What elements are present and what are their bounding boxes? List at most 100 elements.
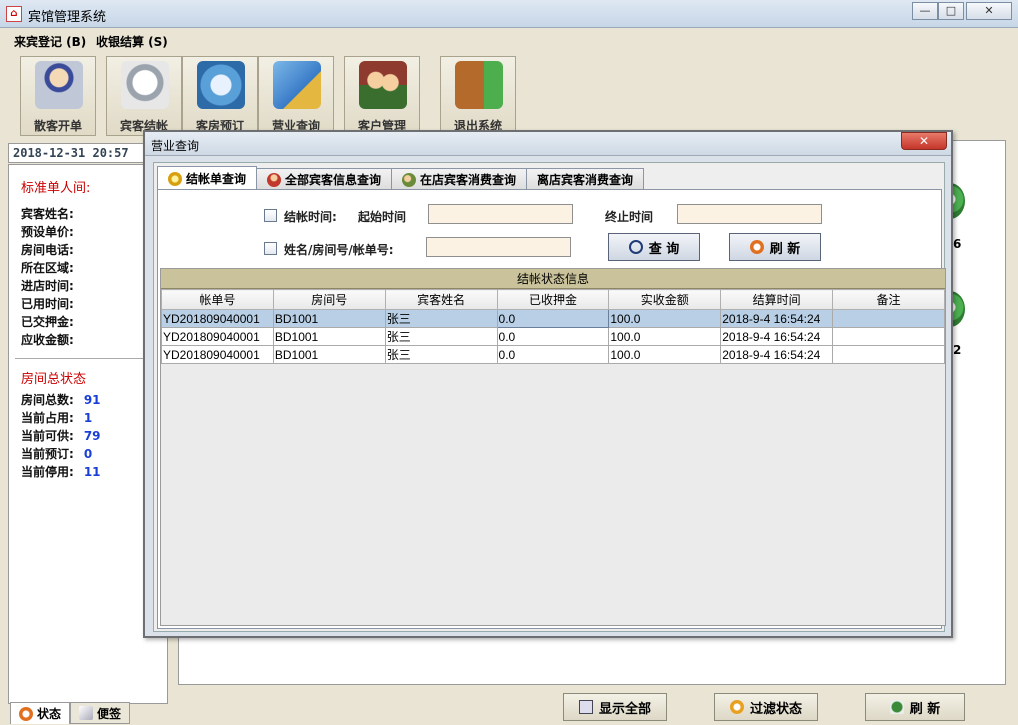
col-amount[interactable]: 实收金额 bbox=[608, 289, 722, 310]
guest-checkout-button[interactable]: 宾客结帐 bbox=[106, 56, 182, 136]
tab-label: 便签 bbox=[97, 706, 122, 721]
cell[interactable]: YD201809040001 bbox=[161, 327, 274, 346]
toolbar-label: 散客开单 bbox=[33, 119, 82, 133]
cell[interactable]: YD201809040001 bbox=[161, 309, 274, 328]
dialog-refresh-button[interactable]: 刷 新 bbox=[729, 233, 821, 261]
checkout-time-checkbox[interactable] bbox=[264, 209, 277, 222]
field-preset-price: 预设单价: bbox=[21, 225, 74, 239]
button-label: 查 询 bbox=[648, 241, 680, 257]
stat-label: 当前停用: bbox=[21, 465, 74, 479]
stat-value: 79 bbox=[83, 429, 101, 443]
filter-status-button[interactable]: 过滤状态 bbox=[714, 693, 818, 721]
tab-notes[interactable]: 便签 bbox=[70, 702, 131, 724]
col-remark[interactable]: 备注 bbox=[832, 289, 945, 310]
divider bbox=[15, 358, 163, 359]
button-label: 过滤状态 bbox=[749, 701, 802, 717]
cell[interactable]: 0.0 bbox=[496, 345, 610, 364]
tab-label: 全部宾客信息查询 bbox=[285, 173, 382, 187]
cell[interactable]: 100.0 bbox=[608, 327, 722, 346]
cell[interactable]: 2018-9-4 16:54:24 bbox=[720, 345, 834, 364]
end-time-input[interactable] bbox=[677, 204, 822, 224]
cell[interactable]: BD1001 bbox=[272, 327, 386, 346]
cell[interactable]: 张三 bbox=[384, 309, 498, 328]
cell[interactable]: 100.0 bbox=[608, 345, 722, 364]
refresh-icon bbox=[749, 240, 764, 254]
name-room-input[interactable] bbox=[426, 237, 571, 257]
checkout-grid: 结帐状态信息 帐单号 房间号 宾客姓名 已收押金 实收金额 结算时间 备注 YD… bbox=[160, 268, 946, 626]
menu-guest-register[interactable]: 来宾登记 (B) bbox=[14, 33, 86, 50]
tab-departed-query[interactable]: 离店宾客消费查询 bbox=[526, 168, 645, 190]
tab-label: 结帐单查询 bbox=[186, 172, 247, 186]
cell[interactable]: 100.0 bbox=[608, 309, 722, 328]
maximize-button[interactable]: □ bbox=[938, 2, 964, 20]
name-room-checkbox[interactable] bbox=[264, 242, 277, 255]
business-query-button[interactable]: 营业查询 bbox=[258, 56, 334, 136]
table-row[interactable]: YD201809040001 BD1001 张三 0.0 100.0 2018-… bbox=[161, 345, 945, 364]
menu-bar: 来宾登记 (B) 收银结算 (S) bbox=[0, 28, 1018, 52]
col-bill-no[interactable]: 帐单号 bbox=[161, 289, 274, 310]
refresh-rooms-button[interactable]: 刷 新 bbox=[865, 693, 965, 721]
list-icon bbox=[578, 700, 593, 714]
col-room-no[interactable]: 房间号 bbox=[272, 289, 386, 310]
tab-all-guests-query[interactable]: 全部宾客信息查询 bbox=[256, 168, 393, 190]
walkin-open-button[interactable]: 散客开单 bbox=[20, 56, 96, 136]
start-time-input[interactable] bbox=[428, 204, 573, 224]
money-bag-icon bbox=[168, 171, 182, 186]
cell[interactable]: 2018-9-4 16:54:24 bbox=[720, 309, 834, 328]
col-guest-name[interactable]: 宾客姓名 bbox=[384, 289, 498, 310]
cell[interactable]: BD1001 bbox=[272, 345, 386, 364]
refresh-icon bbox=[889, 700, 904, 714]
dialog-close-button[interactable]: ✕ bbox=[901, 132, 947, 150]
stat-value: 1 bbox=[83, 411, 93, 425]
stat-label: 当前占用: bbox=[21, 411, 74, 425]
cell[interactable] bbox=[832, 345, 945, 364]
status-icon bbox=[19, 706, 33, 721]
cell[interactable]: 0.0 bbox=[496, 309, 610, 328]
cell[interactable]: YD201809040001 bbox=[161, 345, 274, 364]
tab-status[interactable]: 状态 bbox=[10, 702, 71, 724]
col-settle-time[interactable]: 结算时间 bbox=[720, 289, 834, 310]
stat-value: 0 bbox=[83, 447, 93, 461]
cell[interactable]: 张三 bbox=[384, 327, 498, 346]
minimize-button[interactable]: — bbox=[912, 2, 938, 20]
left-tabs: 状态 便签 bbox=[10, 702, 131, 724]
magnifier-icon bbox=[628, 240, 643, 254]
customer-manage-button[interactable]: 客户管理 bbox=[344, 56, 420, 136]
field-guest-name: 宾客姓名: bbox=[21, 207, 74, 221]
tab-checkout-query[interactable]: 结帐单查询 bbox=[157, 166, 258, 190]
field-deposit: 已交押金: bbox=[21, 315, 74, 329]
col-deposit[interactable]: 已收押金 bbox=[496, 289, 610, 310]
close-button[interactable]: ✕ bbox=[966, 2, 1012, 20]
room-booking-button[interactable]: 客房预订 bbox=[182, 56, 258, 136]
room-number: 2 bbox=[953, 343, 962, 357]
cell[interactable]: 0.0 bbox=[496, 327, 610, 346]
show-all-button[interactable]: 显示全部 bbox=[563, 693, 667, 721]
field-used-time: 已用时间: bbox=[21, 297, 74, 311]
cell[interactable]: BD1001 bbox=[272, 309, 386, 328]
room-number: 6 bbox=[953, 237, 962, 251]
button-label: 刷 新 bbox=[909, 701, 941, 717]
query-tabs: 结帐单查询 全部宾客信息查询 在店宾客消费查询 离店宾客消费查询 bbox=[157, 166, 645, 190]
start-time-label: 起始时间 bbox=[358, 210, 407, 224]
cell[interactable]: 张三 bbox=[384, 345, 498, 364]
query-button[interactable]: 查 询 bbox=[608, 233, 700, 261]
checkout-query-panel: 结帐时间: 起始时间 终止时间 姓名/房间号/帐单号: 查 询 刷 新 结帐状态… bbox=[157, 189, 946, 629]
cell[interactable] bbox=[832, 309, 945, 328]
name-room-label: 姓名/房间号/帐单号: bbox=[284, 243, 394, 257]
button-label: 刷 新 bbox=[769, 241, 801, 257]
cell[interactable] bbox=[832, 327, 945, 346]
end-time-label: 终止时间 bbox=[605, 210, 654, 224]
cell[interactable]: 2018-9-4 16:54:24 bbox=[720, 327, 834, 346]
exit-system-button[interactable]: 退出系统 bbox=[440, 56, 516, 136]
table-row[interactable]: YD201809040001 BD1001 张三 0.0 100.0 2018-… bbox=[161, 327, 945, 346]
menu-cashier[interactable]: 收银结算 (S) bbox=[96, 33, 168, 50]
tab-label: 状态 bbox=[37, 707, 62, 721]
business-query-icon bbox=[273, 61, 321, 109]
toolbar: 散客开单 宾客结帐 客房预订 营业查询 客户管理 退出系统 bbox=[0, 52, 1018, 138]
business-query-dialog: 营业查询 ✕ 结帐单查询 全部宾客信息查询 在店宾客消费查询 离店宾客消费查询 … bbox=[143, 130, 953, 638]
room-booking-icon bbox=[197, 61, 245, 109]
stat-label: 当前预订: bbox=[21, 447, 74, 461]
table-row[interactable]: YD201809040001 BD1001 张三 0.0 100.0 2018-… bbox=[161, 309, 945, 328]
tab-in-house-query[interactable]: 在店宾客消费查询 bbox=[391, 168, 528, 190]
field-receivable: 应收金额: bbox=[21, 333, 74, 347]
